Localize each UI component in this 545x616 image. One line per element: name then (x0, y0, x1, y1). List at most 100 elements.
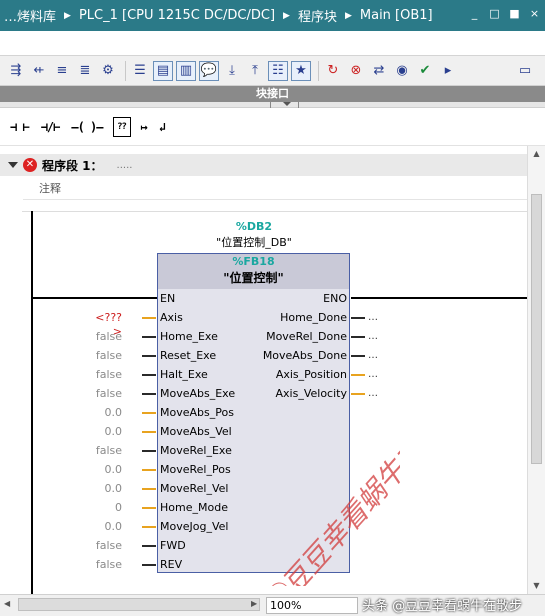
instance-db-address: %DB2 (235, 220, 273, 233)
append-row-icon[interactable]: ≣ (75, 61, 95, 81)
input-pin-label: Home_Exe (160, 330, 218, 343)
output-pin-label: MoveRel_Done (266, 330, 347, 343)
restore-button[interactable]: □ (488, 7, 501, 20)
instance-db-name[interactable]: "位置控制_DB" (160, 234, 348, 250)
open-branch-icon[interactable]: ↦ (139, 117, 149, 137)
vertical-scroll-thumb[interactable] (531, 194, 542, 464)
go-to-error-icon[interactable]: ↻ (323, 61, 343, 81)
input-operand[interactable]: 0.0 (92, 482, 123, 496)
input-wire (142, 412, 156, 414)
network-comment[interactable]: 注释 (23, 178, 527, 200)
input-pin-label: REV (160, 558, 183, 571)
star-icon[interactable]: ★ (291, 60, 311, 81)
input-pin-label: MoveJog_Vel (160, 520, 229, 533)
toolbar-divider (318, 60, 319, 81)
absolute-operand-icon[interactable]: ⇄ (369, 61, 389, 81)
input-wire (142, 469, 156, 471)
output-operand[interactable]: … (368, 311, 378, 325)
breadcrumb-item-project[interactable]: …烤料库 (4, 6, 56, 25)
input-wire (142, 488, 156, 490)
input-operand[interactable]: false (92, 368, 122, 382)
program-editor: ✕ 程序段 1： ..... 注释 %DB2 "位置控制_DB" %FB18 "… (0, 146, 527, 594)
toolbar-divider (125, 60, 126, 81)
delete-network-icon[interactable]: ⇷ (29, 61, 49, 81)
output-operand[interactable]: … (368, 330, 378, 344)
input-operand[interactable]: 0.0 (92, 406, 123, 420)
empty-box-icon[interactable]: ?? (112, 116, 131, 137)
input-pin-label: MoveAbs_Exe (160, 387, 236, 400)
more-icon[interactable]: ▸ (438, 61, 458, 81)
close-button[interactable]: × (528, 7, 541, 20)
input-operand[interactable]: false (92, 349, 122, 363)
output-wire (351, 355, 365, 357)
input-pin-label: MoveAbs_Vel (160, 425, 232, 438)
input-pin-label: MoveAbs_Pos (160, 406, 234, 419)
clear-icon[interactable]: ⊗ (346, 61, 366, 81)
horizontal-scroll-thumb[interactable] (18, 598, 260, 611)
scroll-up-icon[interactable]: ▲ (528, 146, 545, 162)
maximize-button[interactable]: ■ (508, 7, 521, 20)
breadcrumb-item-plc[interactable]: PLC_1 [CPU 1215C DC/DC/DC] (79, 8, 275, 23)
zoom-select[interactable]: 100% (266, 597, 358, 614)
download-icon[interactable]: ⤓ (222, 61, 242, 81)
comments-icon[interactable]: 💬 (199, 60, 219, 81)
normally-closed-contact-icon[interactable]: ⊣/⊢ (39, 117, 62, 137)
output-pin-label: MoveAbs_Done (262, 349, 347, 362)
normally-open-contact-icon[interactable]: ⊣ ⊢ (8, 117, 31, 137)
input-operand[interactable]: 0.0 (92, 463, 123, 477)
expand-all-icon[interactable]: ☰ (130, 61, 150, 81)
input-operand[interactable]: false (92, 539, 122, 553)
input-operand[interactable]: false (92, 387, 122, 401)
scroll-down-icon[interactable]: ▼ (528, 578, 545, 594)
input-wire (142, 355, 156, 357)
output-operand[interactable]: … (368, 349, 378, 363)
output-pin-label: Home_Done (280, 311, 347, 324)
properties-icon[interactable]: ⚙ (98, 61, 118, 81)
breadcrumb: …烤料库 ▶ PLC_1 [CPU 1215C DC/DC/DC] ▶ 程序块 … (4, 6, 433, 25)
title-bar: …烤料库 ▶ PLC_1 [CPU 1215C DC/DC/DC] ▶ 程序块 … (0, 0, 545, 31)
input-operand[interactable]: false (92, 444, 122, 458)
vertical-scrollbar[interactable]: ▲ ▼ (527, 146, 545, 594)
output-pin-label: Axis_Velocity (275, 387, 347, 400)
input-operand[interactable]: false (92, 330, 122, 344)
output-wire (351, 393, 365, 395)
collapse-all-icon[interactable]: ▤ (153, 60, 173, 81)
insert-row-icon[interactable]: ≡ (52, 61, 72, 81)
input-operand[interactable]: 0.0 (92, 520, 123, 534)
list-icon[interactable]: ☷ (268, 60, 288, 81)
output-operand[interactable]: … (368, 368, 378, 382)
input-wire (142, 374, 156, 376)
breadcrumb-item-main[interactable]: Main [OB1] (360, 8, 433, 23)
input-pin-label: EN (160, 292, 176, 305)
input-pin-label: MoveRel_Pos (160, 463, 231, 476)
minimize-button[interactable]: _ (468, 7, 481, 20)
input-operand[interactable]: <???> (92, 311, 122, 338)
input-pin-label: Reset_Exe (160, 349, 217, 362)
show-favorites-icon[interactable]: ▥ (176, 60, 196, 81)
insert-network-icon[interactable]: ⇶ (6, 61, 26, 81)
collapse-triangle-icon[interactable] (8, 162, 18, 168)
output-coil-icon[interactable]: –( )– (69, 117, 104, 137)
input-wire (142, 526, 156, 528)
input-pin-label: Halt_Exe (160, 368, 208, 381)
input-operand[interactable]: 0.0 (92, 425, 123, 439)
input-wire (142, 431, 156, 433)
input-operand[interactable]: false (92, 558, 122, 572)
scroll-right-icon[interactable]: ▶ (251, 599, 257, 608)
compile-icon[interactable]: ✔ (415, 61, 435, 81)
input-operand[interactable]: 0 (92, 501, 122, 515)
function-block-header: %FB18 "位置控制" (158, 254, 349, 289)
upload-icon[interactable]: ⤒ (245, 61, 265, 81)
block-interface-header[interactable]: 块接口 (0, 86, 545, 102)
network-header[interactable]: ✕ 程序段 1： ..... (0, 154, 527, 176)
detach-icon[interactable]: ▭ (515, 61, 535, 81)
close-branch-icon[interactable]: ↲ (157, 117, 167, 137)
output-operand[interactable]: … (368, 387, 378, 401)
scroll-left-icon[interactable]: ◀ (4, 599, 10, 608)
output-wire (351, 374, 365, 376)
monitor-icon[interactable]: ◉ (392, 61, 412, 81)
network-title-placeholder[interactable]: ..... (117, 160, 133, 171)
breadcrumb-item-program-blocks[interactable]: 程序块 (298, 6, 337, 25)
chevron-right-icon: ▶ (64, 10, 71, 21)
input-pin-label: FWD (160, 539, 186, 552)
